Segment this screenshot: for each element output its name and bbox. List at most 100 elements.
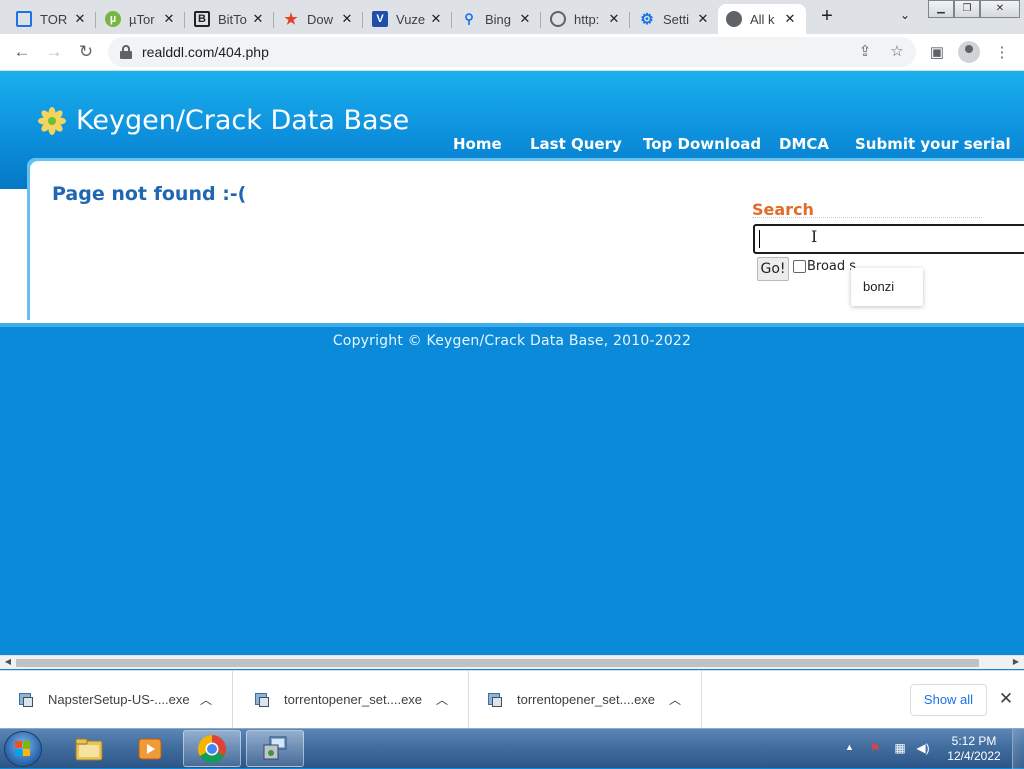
chevron-up-icon[interactable]: ︿ <box>665 691 685 708</box>
close-icon[interactable]: ✕ <box>782 11 798 27</box>
folder-icon <box>75 738 103 760</box>
close-icon[interactable]: ✕ <box>161 11 177 27</box>
close-icon[interactable]: ✕ <box>695 11 711 27</box>
installer-taskbar-button[interactable] <box>246 730 304 767</box>
utorrent-icon: µ <box>105 11 121 27</box>
show-all-button[interactable]: Show all <box>910 684 987 716</box>
tab-title: Dow <box>307 11 334 27</box>
volume-icon[interactable]: ◀) <box>915 740 931 756</box>
globe-icon <box>726 11 742 27</box>
media-player-icon <box>138 738 162 759</box>
close-icon[interactable]: ✕ <box>428 11 444 27</box>
window-close-button[interactable]: ✕ <box>980 0 1020 18</box>
download-filename: torrentopener_set....exe <box>517 692 656 707</box>
broad-search-label[interactable]: Broad s <box>807 259 856 274</box>
tab-title: All k <box>750 11 775 27</box>
download-filename: torrentopener_set....exe <box>284 692 423 707</box>
download-item[interactable]: NapsterSetup-US-....exe ︿ <box>0 671 233 728</box>
system-clock[interactable]: 5:12 PM 12/4/2022 <box>944 734 1004 764</box>
search-icon: ⚲ <box>464 11 474 26</box>
file-explorer-taskbar-button[interactable] <box>60 730 118 767</box>
ibeam-cursor-icon: I <box>811 227 818 246</box>
media-player-taskbar-button[interactable] <box>121 730 179 767</box>
close-icon[interactable]: ✕ <box>72 11 88 27</box>
chevron-up-icon[interactable]: ︿ <box>432 691 452 708</box>
show-desktop-button[interactable] <box>1012 729 1024 769</box>
download-item[interactable]: torrentopener_set....exe ︿ <box>236 671 469 728</box>
tab-http[interactable]: http: ✕ <box>542 4 630 34</box>
scroll-left-arrow-icon[interactable]: ◀ <box>1 657 15 666</box>
horizontal-scrollbar[interactable]: ◀ ▶ <box>0 655 1024 669</box>
close-icon[interactable]: ✕ <box>517 11 533 27</box>
scrollbar-thumb[interactable] <box>16 659 979 667</box>
clock-time: 5:12 PM <box>951 734 997 748</box>
reload-icon[interactable]: ↻ <box>76 42 96 62</box>
side-panel-icon[interactable]: ▣ <box>926 42 948 64</box>
tab-active[interactable]: All k ✕ <box>718 4 806 34</box>
downloads-bar: NapsterSetup-US-....exe ︿ torrentopener_… <box>0 670 1024 728</box>
browser-toolbar: ← → ↻ realddl.com/404.php ⇪ ☆ ▣ ⋮ <box>0 34 1024 71</box>
show-hidden-icons-icon[interactable]: ▲ <box>845 742 854 752</box>
url-text[interactable]: realddl.com/404.php <box>142 44 269 60</box>
windows-logo-icon <box>15 741 31 757</box>
tab-title: BitTo <box>218 11 247 27</box>
nav-dmca[interactable]: DMCA <box>779 135 829 153</box>
close-icon[interactable]: ✕ <box>250 11 266 27</box>
close-icon[interactable]: ✕ <box>606 11 622 27</box>
globe-icon <box>550 11 566 27</box>
tab-bittorrent[interactable]: B BitTo ✕ <box>186 4 274 34</box>
tab-utorrent[interactable]: µ µTor ✕ <box>97 4 185 34</box>
tab-bing[interactable]: ⚲ Bing ✕ <box>453 4 541 34</box>
flower-logo-icon <box>38 107 66 135</box>
search-input[interactable] <box>753 224 1024 254</box>
web-page: Keygen/Crack Data Base Home Last Query T… <box>0 71 1024 655</box>
close-icon[interactable]: ✕ <box>339 11 355 27</box>
scroll-right-arrow-icon[interactable]: ▶ <box>1009 657 1023 666</box>
minimize-button[interactable]: ▁ <box>928 0 954 18</box>
autocomplete-suggestion[interactable]: bonzi <box>863 279 894 294</box>
share-icon[interactable]: ⇪ <box>855 43 875 61</box>
tab-title: Bing <box>485 11 512 27</box>
chevron-up-icon[interactable]: ︿ <box>196 691 216 708</box>
new-tab-button[interactable]: + <box>816 6 838 28</box>
close-downloads-icon[interactable]: ✕ <box>996 689 1016 709</box>
tab-download[interactable]: ★ Dow ✕ <box>275 4 363 34</box>
content-panel: Page not found :-( Search I Go! Broad s … <box>30 161 1024 323</box>
profile-avatar[interactable] <box>958 41 980 63</box>
tab-search-chevron-icon[interactable]: ⌄ <box>896 8 914 26</box>
vuze-icon: V <box>372 11 388 27</box>
site-title[interactable]: Keygen/Crack Data Base <box>76 105 409 136</box>
bookmark-star-icon[interactable]: ☆ <box>887 43 907 61</box>
chrome-taskbar-button[interactable] <box>183 730 241 767</box>
tab-settings[interactable]: ⚙ Setti ✕ <box>631 4 719 34</box>
windows-taskbar: ▲ ⚑ ▦ ◀) 5:12 PM 12/4/2022 <box>0 728 1024 769</box>
tab-title: TOR <box>40 11 68 27</box>
address-bar[interactable]: realddl.com/404.php <box>108 37 916 67</box>
network-icon[interactable]: ▦ <box>892 740 908 756</box>
tab-tor[interactable]: TOR ✕ <box>8 4 96 34</box>
back-arrow-icon[interactable]: ← <box>12 42 32 62</box>
action-center-flag-icon[interactable]: ⚑ <box>867 740 883 756</box>
doc-icon <box>16 11 32 27</box>
restore-button[interactable]: ❐ <box>954 0 980 18</box>
content-left-edge <box>0 189 30 323</box>
gear-icon: ⚙ <box>640 11 654 28</box>
nav-submit-serial[interactable]: Submit your serial <box>855 135 1011 153</box>
go-button[interactable]: Go! <box>757 257 789 281</box>
nav-last-query[interactable]: Last Query <box>530 135 622 153</box>
menu-kebab-icon[interactable]: ⋮ <box>991 42 1013 64</box>
download-item[interactable]: torrentopener_set....exe ︿ <box>469 671 702 728</box>
nav-top-download[interactable]: Top Download <box>643 135 761 153</box>
forward-arrow-icon[interactable]: → <box>44 42 64 62</box>
tab-title: http: <box>574 11 600 27</box>
tab-title: Setti <box>663 11 690 27</box>
clock-date: 12/4/2022 <box>947 749 1001 763</box>
error-heading: Page not found :-( <box>52 183 247 205</box>
start-button[interactable] <box>4 731 42 767</box>
tab-vuze[interactable]: V Vuze ✕ <box>364 4 452 34</box>
broad-search-checkbox[interactable] <box>793 260 806 273</box>
chrome-icon <box>198 734 226 763</box>
nav-home[interactable]: Home <box>453 135 502 153</box>
divider <box>752 217 982 218</box>
lock-icon[interactable] <box>120 45 132 59</box>
